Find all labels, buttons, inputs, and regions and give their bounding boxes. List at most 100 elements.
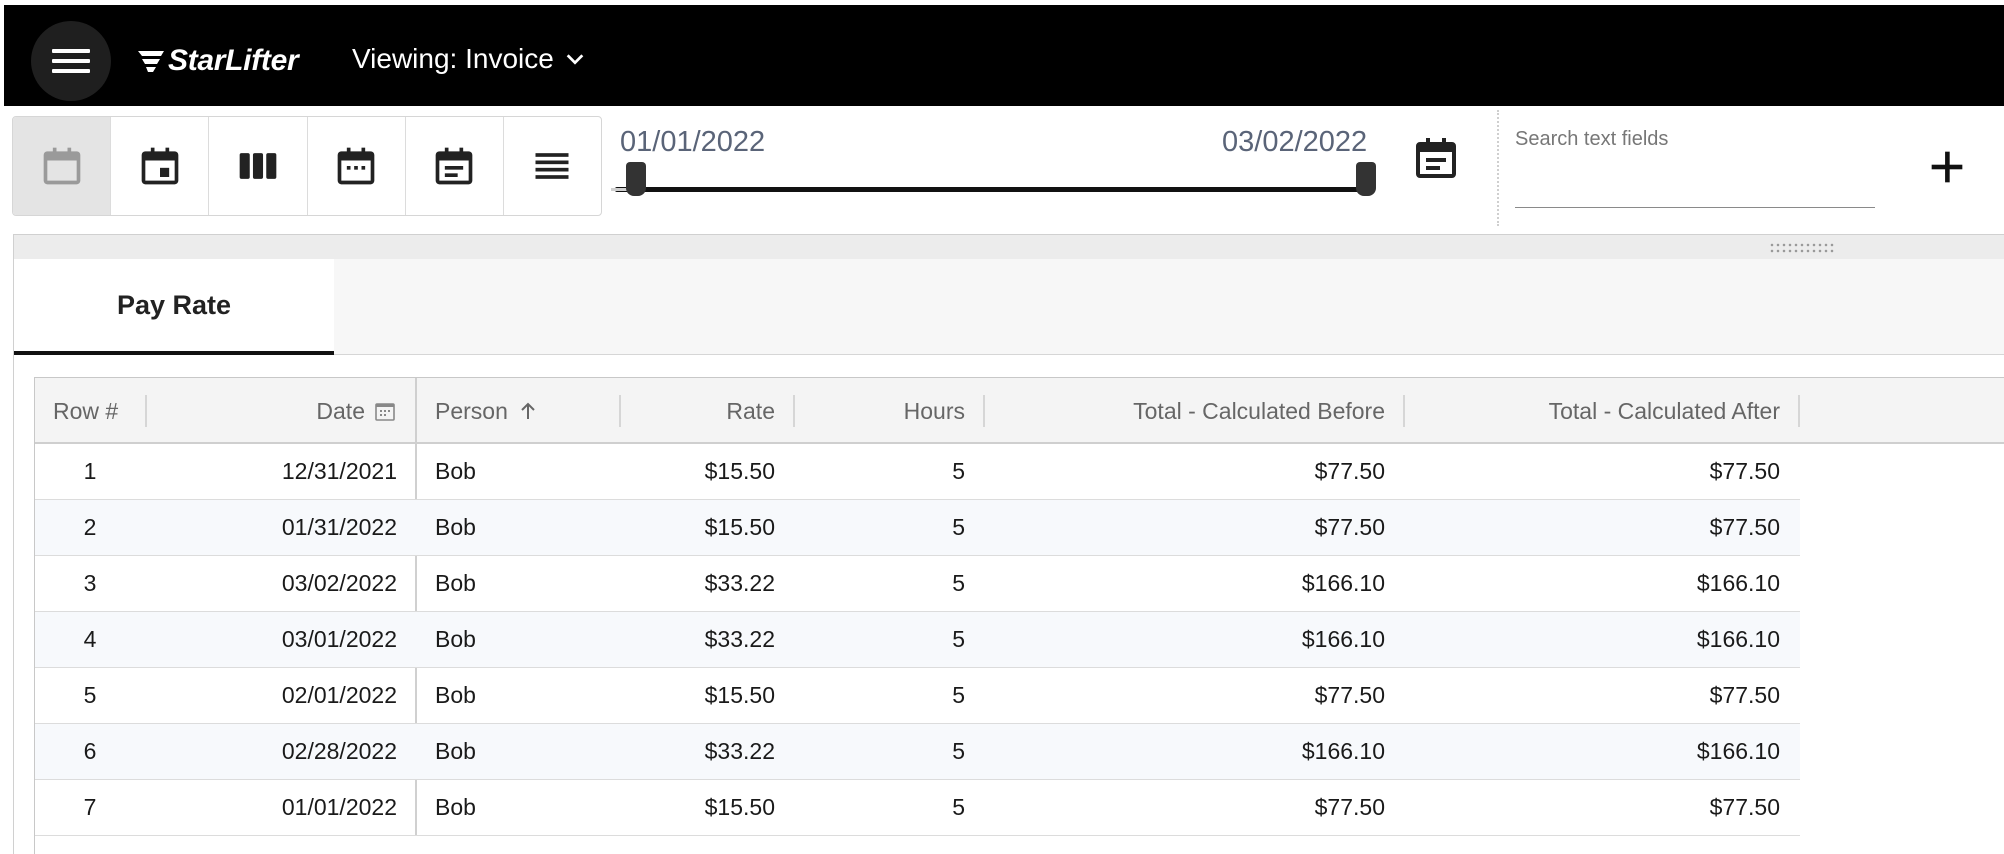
chevron-down-icon: [566, 54, 584, 65]
hamburger-icon: [52, 43, 90, 79]
calendar-picker-icon[interactable]: [1412, 134, 1460, 182]
column-header-rate[interactable]: Rate: [621, 378, 793, 444]
view-button-agenda[interactable]: [406, 117, 504, 215]
table-header: Row # Date Person Rate Hours Total - Cal…: [35, 378, 2004, 444]
column-header-row-number[interactable]: Row #: [35, 378, 145, 444]
table-row[interactable]: 3 03/02/2022 Bob $33.22 5 $166.10 $166.10: [35, 556, 1800, 612]
calendar-small-icon: [375, 403, 395, 421]
cell-person: Bob: [435, 794, 476, 820]
cell-row-number: 7: [83, 794, 97, 820]
view-mode-group: [12, 116, 602, 216]
cell-date: 02/01/2022: [281, 682, 397, 708]
view-button-blank-calendar[interactable]: [13, 117, 112, 215]
cell-total-before: $166.10: [1301, 626, 1385, 652]
cell-total-before: $77.50: [1314, 514, 1385, 540]
cell-total-before: $166.10: [1301, 570, 1385, 596]
column-header-date[interactable]: Date: [147, 378, 415, 444]
view-button-list[interactable]: [504, 117, 601, 215]
search-label: Search text fields: [1515, 128, 1669, 150]
column-header-person[interactable]: Person: [417, 378, 617, 444]
table-row[interactable]: 1 12/31/2021 Bob $15.50 5 $77.50 $77.50: [35, 444, 1800, 500]
calendar-day-icon: [141, 147, 179, 185]
panel-resize-strip: [14, 235, 2004, 259]
column-header-total-before[interactable]: Total - Calculated Before: [985, 378, 1403, 444]
cell-rate: $15.50: [704, 514, 775, 540]
cell-rate: $15.50: [704, 682, 775, 708]
starlifter-logo-icon: [138, 51, 164, 72]
viewing-label: Viewing: Invoice: [352, 43, 554, 74]
cell-date: 12/31/2021: [281, 458, 397, 484]
cell-date: 02/28/2022: [281, 738, 397, 764]
cell-total-before: $77.50: [1314, 794, 1385, 820]
cell-date: 01/31/2022: [281, 514, 397, 540]
cell-person: Bob: [435, 514, 476, 540]
cell-total-after: $77.50: [1709, 514, 1780, 540]
cell-person: Bob: [435, 738, 476, 764]
data-table: Row # Date Person Rate Hours Total - Cal…: [34, 377, 2004, 854]
cell-row-number: 2: [83, 514, 97, 540]
sort-ascending-icon: [521, 402, 535, 419]
drag-handle-icon[interactable]: [1769, 242, 1835, 254]
cell-hours: 5: [952, 794, 965, 820]
cell-rate: $15.50: [704, 794, 775, 820]
cell-hours: 5: [952, 458, 965, 484]
table-row[interactable]: 4 03/01/2022 Bob $33.22 5 $166.10 $166.10: [35, 612, 1800, 668]
columns-icon: [239, 153, 277, 179]
view-button-day[interactable]: [111, 117, 210, 215]
tab-bar: Pay Rate: [14, 259, 2004, 355]
cell-rate: $15.50: [704, 458, 775, 484]
cell-rate: $33.22: [704, 570, 775, 596]
view-button-month[interactable]: [308, 117, 406, 215]
menu-button[interactable]: [31, 21, 111, 101]
cell-date: 01/01/2022: [281, 794, 397, 820]
slider-end-handle[interactable]: [1356, 162, 1376, 196]
viewing-dropdown[interactable]: Viewing: Invoice: [352, 43, 586, 75]
content-panel: Pay Rate Row # Date Person Rate Hours To…: [13, 234, 2004, 854]
cell-total-before: $166.10: [1301, 738, 1385, 764]
calendar-month-icon: [337, 147, 375, 185]
cell-total-before: $77.50: [1314, 682, 1385, 708]
cell-hours: 5: [952, 738, 965, 764]
column-header-hours[interactable]: Hours: [795, 378, 983, 444]
cell-person: Bob: [435, 682, 476, 708]
toolbar-divider: [1497, 110, 1499, 226]
add-icon[interactable]: [1924, 144, 1970, 190]
slider-start-handle[interactable]: [626, 162, 646, 196]
date-range-start: 01/01/2022: [620, 126, 766, 158]
cell-person: Bob: [435, 626, 476, 652]
app-logo[interactable]: StarLifter: [136, 41, 299, 81]
cell-total-after: $166.10: [1696, 570, 1780, 596]
cell-total-after: $77.50: [1709, 794, 1780, 820]
cell-row-number: 6: [83, 738, 97, 764]
top-bar: StarLifter Viewing: Invoice: [0, 0, 2004, 106]
list-icon: [535, 153, 569, 179]
date-range-end: 03/02/2022: [1222, 126, 1368, 158]
cell-person: Bob: [435, 570, 476, 596]
view-button-columns[interactable]: [209, 117, 308, 215]
cell-date: 03/01/2022: [281, 626, 397, 652]
search-input[interactable]: [1515, 160, 1875, 208]
tab-pay-rate[interactable]: Pay Rate: [14, 259, 334, 355]
cell-row-number: 1: [83, 458, 97, 484]
cell-total-before: $77.50: [1314, 458, 1385, 484]
cell-total-after: $166.10: [1696, 626, 1780, 652]
cell-total-after: $77.50: [1709, 458, 1780, 484]
logo-text: StarLifter: [168, 44, 299, 77]
column-header-total-after[interactable]: Total - Calculated After: [1405, 378, 1798, 444]
cell-rate: $33.22: [704, 738, 775, 764]
cell-total-after: $77.50: [1709, 682, 1780, 708]
date-range-slider[interactable]: [611, 187, 1375, 192]
cell-hours: 5: [952, 514, 965, 540]
calendar-agenda-icon: [435, 147, 473, 185]
cell-rate: $33.22: [704, 626, 775, 652]
cell-hours: 5: [952, 626, 965, 652]
cell-hours: 5: [952, 570, 965, 596]
calendar-blank-icon: [43, 147, 80, 185]
table-row[interactable]: 6 02/28/2022 Bob $33.22 5 $166.10 $166.10: [35, 724, 1800, 780]
cell-total-after: $166.10: [1696, 738, 1780, 764]
cell-date: 03/02/2022: [281, 570, 397, 596]
cell-person: Bob: [435, 458, 476, 484]
table-row[interactable]: 5 02/01/2022 Bob $15.50 5 $77.50 $77.50: [35, 668, 1800, 724]
table-row[interactable]: 7 01/01/2022 Bob $15.50 5 $77.50 $77.50: [35, 780, 1800, 836]
table-row[interactable]: 2 01/31/2022 Bob $15.50 5 $77.50 $77.50: [35, 500, 1800, 556]
